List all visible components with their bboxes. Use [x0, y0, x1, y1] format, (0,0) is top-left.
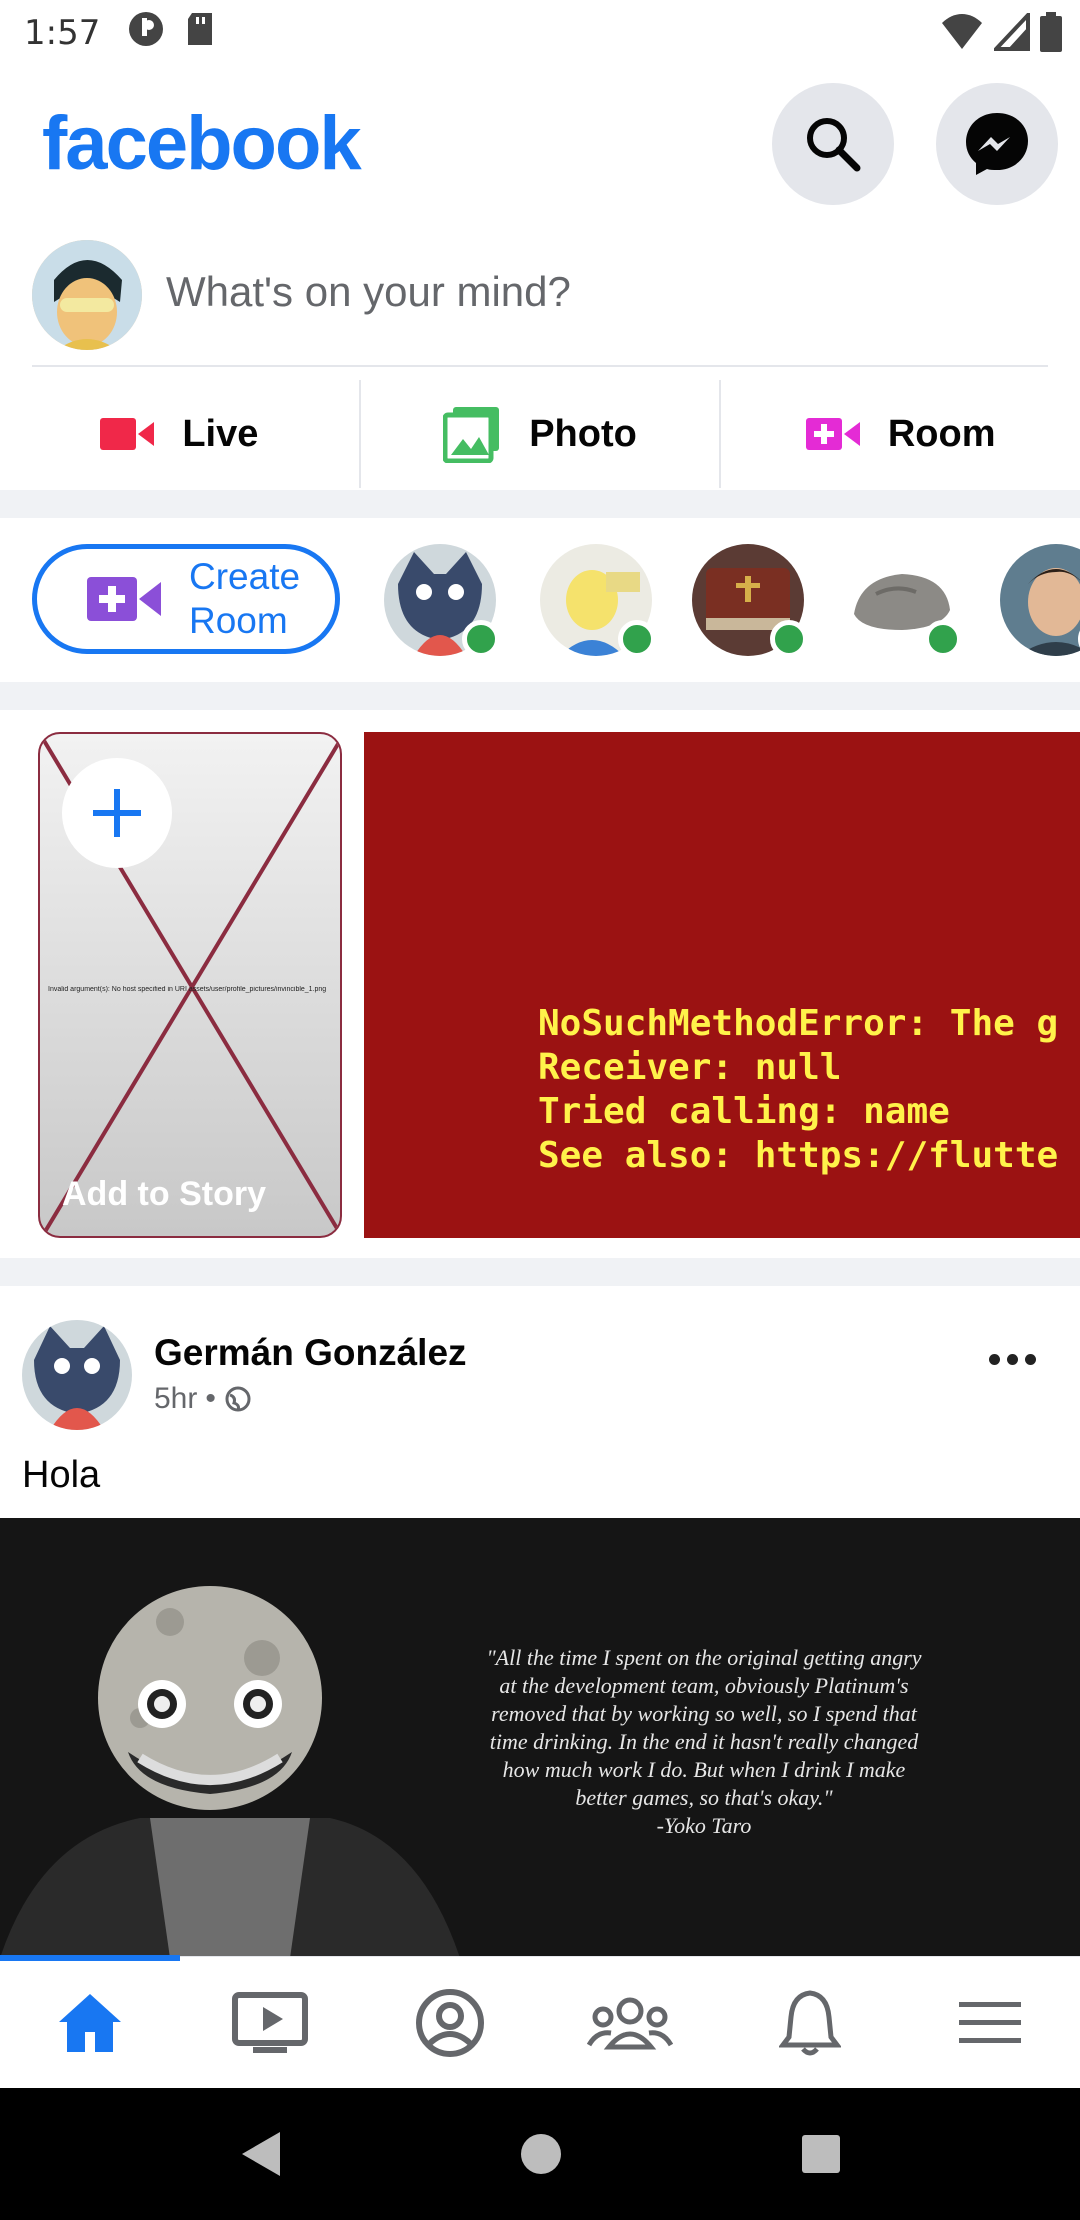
wifi-icon: [940, 13, 984, 60]
live-label: Live: [182, 412, 259, 455]
online-indicator: [770, 620, 808, 658]
sd-card-icon: [184, 11, 216, 56]
feed-post: Germán González 5hr • Hola "All the time…: [0, 1286, 1080, 1956]
status-time: 1:57: [24, 13, 101, 53]
battery-icon: [1040, 12, 1062, 61]
post-meta: 5hr •: [154, 1382, 252, 1416]
photo-icon: [443, 407, 500, 463]
nav-groups[interactable]: [540, 1957, 720, 2088]
post-author-avatar[interactable]: [22, 1320, 132, 1430]
rooms-row: Create Room: [0, 518, 1080, 682]
room-button[interactable]: Room: [721, 380, 1080, 488]
search-button[interactable]: [772, 83, 894, 205]
post-image[interactable]: "All the time I spent on the original ge…: [0, 1518, 1080, 1956]
room-label: Room: [887, 412, 996, 455]
recents-icon[interactable]: [800, 2133, 842, 2175]
create-room-icon: [87, 577, 161, 621]
online-indicator: [924, 620, 962, 658]
nav-notifications[interactable]: [720, 1957, 900, 2088]
messenger-icon: [966, 113, 1028, 175]
room-friend-avatar[interactable]: [692, 544, 808, 658]
groups-icon: [587, 1997, 673, 2049]
room-friend-avatar[interactable]: [384, 544, 500, 658]
app-header: facebook: [0, 66, 1080, 220]
emil-character-image: [0, 1586, 460, 1956]
flutter-error-panel: NoSuchMethodError: The g Receiver: null Tr…: [364, 732, 1080, 1238]
photo-label: Photo: [529, 412, 637, 455]
menu-icon: [959, 2001, 1021, 2043]
facebook-logo: facebook: [42, 101, 362, 186]
plus-icon: [93, 789, 141, 837]
post-author-name[interactable]: Germán González: [154, 1332, 467, 1374]
photo-button[interactable]: Photo: [361, 380, 722, 488]
nav-profile[interactable]: [360, 1957, 540, 2088]
cell-signal-icon: [991, 9, 1030, 60]
more-dot: [1025, 1354, 1036, 1365]
add-to-story-label: Add to Story: [62, 1175, 266, 1213]
profile-icon: [416, 1988, 484, 2057]
divider: [32, 365, 1048, 367]
room-friend-avatar[interactable]: [540, 544, 656, 658]
home-button-icon[interactable]: [519, 2132, 563, 2176]
create-room-label: Create Room: [189, 556, 301, 641]
status-input[interactable]: What's on your mind?: [166, 268, 571, 316]
back-icon[interactable]: [238, 2130, 282, 2178]
room-friend-avatar[interactable]: [1000, 544, 1080, 658]
live-video-icon: [100, 418, 155, 450]
system-navigation-bar: [0, 2088, 1080, 2220]
user-avatar[interactable]: [32, 240, 142, 350]
notification-app-icon: [126, 9, 166, 58]
post-composer: What's on your mind? Live Photo Room: [0, 220, 1080, 490]
meta-separator-dot: •: [205, 1382, 216, 1415]
yoko-taro-quote: "All the time I spent on the original ge…: [486, 1645, 922, 1838]
create-room-button[interactable]: Create Room: [32, 544, 340, 654]
room-friend-avatar[interactable]: [846, 544, 962, 658]
search-icon: [807, 118, 861, 172]
home-icon: [59, 1993, 121, 2052]
room-icon: [805, 418, 860, 450]
section-separator: [0, 490, 1080, 518]
more-dot: [989, 1354, 1000, 1365]
add-to-story-card[interactable]: Invalid argument(s): No host specified i…: [38, 732, 342, 1238]
post-text: Hola: [22, 1454, 101, 1496]
nav-watch[interactable]: [180, 1957, 360, 2088]
live-button[interactable]: Live: [0, 380, 361, 488]
watch-icon: [232, 1991, 308, 2053]
online-indicator: [618, 620, 656, 658]
broken-image-text: Invalid argument(s): No host specified i…: [48, 986, 327, 993]
nav-home[interactable]: [0, 1955, 180, 2088]
section-separator: [0, 1258, 1080, 1286]
add-story-plus-button[interactable]: [62, 758, 172, 868]
error-message: NoSuchMethodError: The g Receiver: null Tr…: [538, 1003, 1059, 1176]
messenger-button[interactable]: [936, 83, 1058, 205]
more-dot: [1007, 1354, 1018, 1365]
notifications-icon: [779, 1989, 841, 2055]
post-time: 5hr: [154, 1382, 198, 1415]
nav-menu[interactable]: [900, 1957, 1080, 2088]
online-indicator: [462, 620, 500, 658]
globe-icon: [225, 1386, 251, 1412]
bottom-navigation: [0, 1955, 1080, 2088]
post-more-options-button[interactable]: [989, 1354, 1036, 1365]
active-tab-indicator: [0, 1955, 180, 1961]
section-separator: [0, 682, 1080, 710]
status-bar: 1:57: [0, 0, 1080, 66]
stories-row: Invalid argument(s): No host specified i…: [0, 710, 1080, 1258]
